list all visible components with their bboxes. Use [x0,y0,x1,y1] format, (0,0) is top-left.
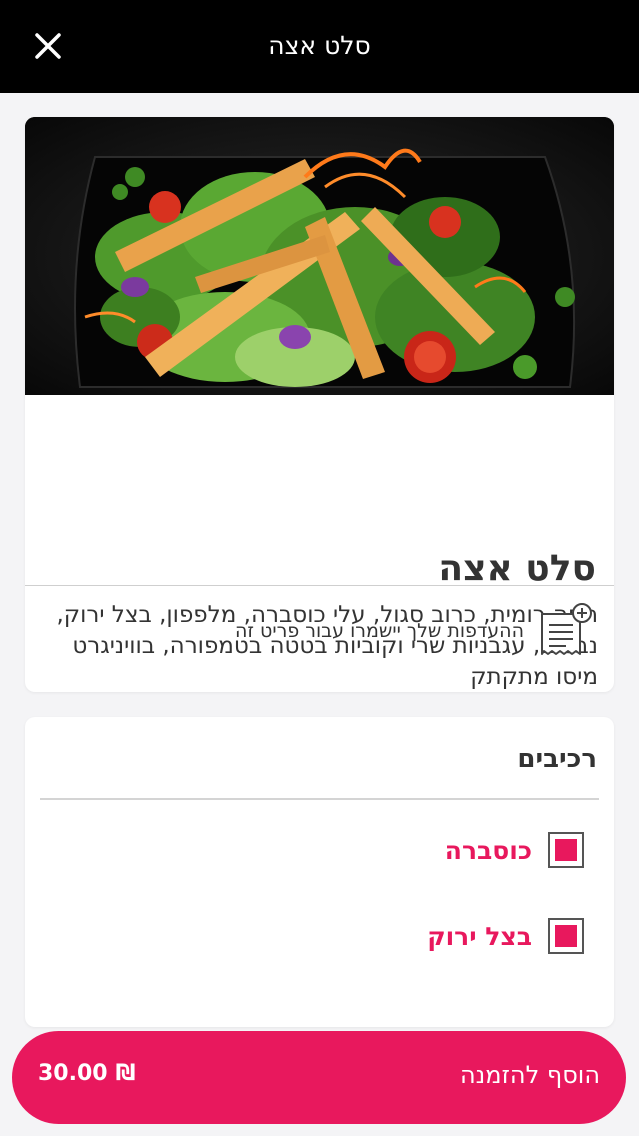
price-value: 30.00 [38,1061,108,1086]
ingredient-option-green-onion[interactable]: בצל ירוק [427,916,584,956]
preferences-notes-row[interactable]: ההעדפות שלך יישמרו עבור פריט זה [25,586,614,686]
preferences-notes-text: ההעדפות שלך יישמרו עבור פריט זה [235,620,524,642]
item-image [25,117,614,395]
screen: סלט אצה סלט אצה חסה רומית, כרוב סגול, על… [0,0,639,1136]
ingredient-label: כוסברה [444,835,532,865]
page-title: סלט אצה [268,31,371,60]
ingredient-label: בצל ירוק [427,921,532,951]
checkbox[interactable] [548,918,584,954]
ingredients-title: רכיבים [517,744,597,774]
checkbox-checked-fill [555,839,577,861]
add-to-order-button[interactable]: הוסף להזמנה 30.00 ₪ [12,1031,626,1124]
divider [40,798,599,800]
price: 30.00 ₪ [38,1061,136,1086]
add-to-order-label: הוסף להזמנה [460,1061,600,1089]
top-bar: סלט אצה [0,0,639,93]
ingredient-option-coriander[interactable]: כוסברה [445,830,584,870]
ingredients-card: רכיבים כוסברה בצל ירוק [25,717,614,1027]
currency-symbol: ₪ [115,1061,136,1086]
checkbox-checked-fill [555,925,577,947]
checkbox[interactable] [548,832,584,868]
receipt-add-icon [538,602,594,658]
